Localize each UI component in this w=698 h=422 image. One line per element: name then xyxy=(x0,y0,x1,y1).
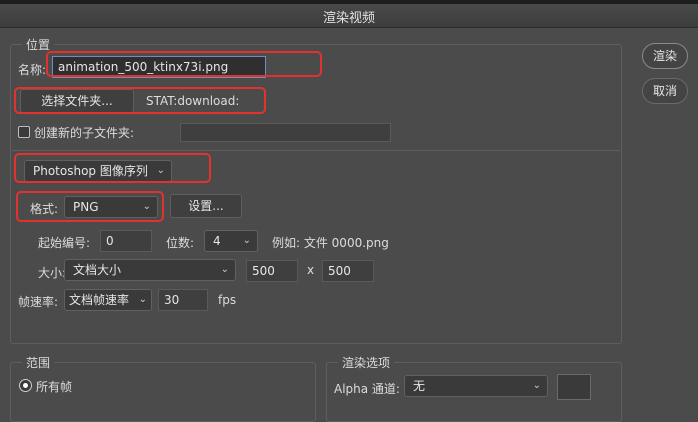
size-x-label: x xyxy=(307,263,315,277)
alpha-value: 无 xyxy=(413,379,426,393)
create-subfolder-label: 创建新的子文件夹: xyxy=(34,126,135,140)
settings-button[interactable]: 设置... xyxy=(170,194,242,218)
chevron-down-icon: ⌄ xyxy=(242,235,251,246)
digits-value: 4 xyxy=(213,234,221,248)
folder-path: STAT:download: xyxy=(146,94,240,108)
chevron-down-icon: ⌄ xyxy=(142,201,151,212)
fps-label: 帧速率: xyxy=(18,295,59,309)
all-frames-radio[interactable] xyxy=(19,379,32,392)
fps-select[interactable]: 文档帧速率 ⌄ xyxy=(64,289,152,311)
chevron-down-icon: ⌄ xyxy=(532,380,541,391)
range-legend: 范围 xyxy=(22,354,55,371)
name-label: 名称: xyxy=(18,63,47,77)
dialog-title: 渲染视频 xyxy=(322,11,375,26)
height-field[interactable]: 500 xyxy=(322,260,374,282)
digits-select[interactable]: 4 ⌄ xyxy=(204,230,258,252)
export-type-value: Photoshop 图像序列 xyxy=(33,164,148,178)
digits-label: 位数: xyxy=(166,236,195,250)
all-frames-label: 所有帧 xyxy=(36,380,73,394)
render-button[interactable]: 渲染 xyxy=(642,43,688,69)
size-select[interactable]: 文档大小 ⌄ xyxy=(64,259,236,281)
name-field[interactable]: animation_500_ktinx73i.png xyxy=(52,56,266,78)
render-options-legend: 渲染选项 xyxy=(338,354,395,371)
cancel-button[interactable]: 取消 xyxy=(642,78,688,104)
window-top-strip xyxy=(0,0,698,4)
start-number-field[interactable]: 0 xyxy=(100,230,152,252)
format-value: PNG xyxy=(73,200,99,214)
chevron-down-icon: ⌄ xyxy=(220,264,229,275)
size-value: 文档大小 xyxy=(73,263,122,277)
format-select[interactable]: PNG ⌄ xyxy=(64,196,158,218)
export-type-select[interactable]: Photoshop 图像序列 ⌄ xyxy=(24,160,172,182)
width-field[interactable]: 500 xyxy=(246,260,298,282)
chevron-down-icon: ⌄ xyxy=(138,294,147,305)
alpha-label: Alpha 通道: xyxy=(334,382,400,396)
section-divider xyxy=(12,150,620,151)
create-subfolder-checkbox[interactable] xyxy=(18,126,30,138)
fps-unit: fps xyxy=(218,293,237,307)
subfolder-input[interactable] xyxy=(180,123,391,142)
fps-select-value: 文档帧速率 xyxy=(69,293,130,307)
format-label: 格式: xyxy=(30,202,59,216)
alpha-select[interactable]: 无 ⌄ xyxy=(404,375,548,397)
example-text: 例如: 文件 0000.png xyxy=(272,236,389,250)
alpha-color-swatch[interactable] xyxy=(557,374,591,400)
fps-field[interactable]: 30 xyxy=(158,289,208,311)
location-legend: 位置 xyxy=(22,36,55,53)
title-bar: 渲染视频 xyxy=(0,0,698,28)
start-number-label: 起始编号: xyxy=(38,236,91,250)
size-label: 大小: xyxy=(38,266,67,280)
chevron-down-icon: ⌄ xyxy=(156,165,165,176)
choose-folder-button[interactable]: 选择文件夹... xyxy=(20,89,134,113)
